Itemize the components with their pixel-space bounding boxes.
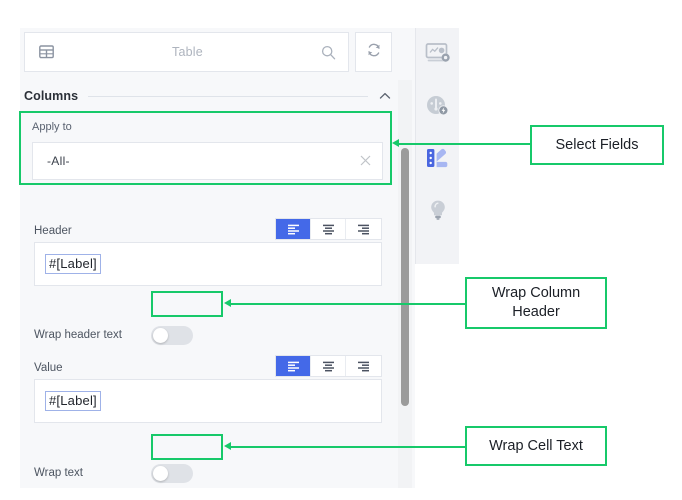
panel-scroll-area: Table Columns Apply to -All- Header #[La…	[20, 28, 395, 488]
apply-to-select[interactable]: -All-	[32, 142, 383, 180]
align-right-icon[interactable]	[346, 356, 381, 376]
value-field-group: Value #[Label]	[34, 353, 382, 423]
value-field-row: Value	[34, 353, 382, 377]
value-token: #[Label]	[45, 391, 101, 411]
connector-wrap-cell-text	[231, 446, 466, 448]
callout-select-fields: Select Fields	[530, 125, 664, 165]
wrap-header-text-toggle[interactable]	[151, 325, 193, 345]
toggle-knob	[153, 465, 168, 481]
apply-to-label: Apply to	[32, 121, 72, 133]
wrap-text-row: Wrap text	[34, 462, 382, 484]
callout-wrap-cell-text-text: Wrap Cell Text	[489, 437, 583, 454]
callout-wrap-column-header-line2: Header	[512, 304, 560, 320]
close-icon[interactable]	[359, 154, 373, 168]
wrap-text-label: Wrap text	[34, 467, 83, 479]
right-toolbar	[415, 28, 459, 264]
section-divider	[88, 95, 368, 97]
properties-panel: Table Columns Apply to -All- Header #[La…	[20, 28, 415, 488]
header-field-row: Header	[34, 216, 382, 240]
wrap-text-toggle[interactable]	[151, 463, 193, 483]
align-center-icon[interactable]	[311, 219, 346, 239]
header-field-group: Header #[Label]	[34, 216, 382, 286]
toggle-knob	[153, 327, 168, 343]
palette-style-icon[interactable]	[416, 132, 460, 184]
apply-to-group: Apply to -All-	[20, 114, 395, 188]
align-right-icon[interactable]	[346, 219, 381, 239]
connector-select-fields	[398, 143, 532, 145]
value-align-group[interactable]	[275, 355, 382, 377]
align-center-icon[interactable]	[311, 356, 346, 376]
apply-to-value: -All-	[47, 154, 70, 168]
wrap-header-text-row: Wrap header text	[34, 324, 382, 346]
panel-scrollbar-thumb[interactable]	[401, 148, 409, 406]
panel-toolbar: Table	[24, 32, 392, 72]
header-label: Header	[34, 225, 72, 237]
refresh-button[interactable]	[355, 32, 392, 72]
align-left-icon[interactable]	[276, 356, 311, 376]
arrow-select-fields	[392, 139, 399, 147]
wrap-header-text-label: Wrap header text	[34, 329, 123, 341]
refresh-icon	[366, 42, 382, 63]
section-title: Columns	[24, 89, 79, 103]
gauge-performance-icon[interactable]	[416, 80, 460, 132]
callout-select-fields-text: Select Fields	[555, 136, 639, 153]
align-left-icon[interactable]	[276, 219, 311, 239]
header-expression-input[interactable]: #[Label]	[34, 242, 382, 286]
dashboard-settings-icon[interactable]	[416, 28, 460, 80]
callout-wrap-column-header-line1: Wrap Column	[491, 285, 581, 301]
columns-section-header[interactable]: Columns	[24, 83, 392, 109]
arrow-wrap-cell-text	[224, 442, 231, 450]
lightbulb-insights-icon[interactable]	[416, 184, 460, 236]
value-expression-input[interactable]: #[Label]	[34, 379, 382, 423]
search-placeholder-text: Table	[172, 45, 203, 59]
table-icon	[25, 45, 67, 59]
search-input[interactable]: Table	[24, 32, 349, 72]
chevron-up-icon[interactable]	[378, 89, 392, 103]
value-label: Value	[34, 362, 63, 374]
callout-wrap-column-header: Wrap Column Header	[465, 277, 607, 329]
search-icon[interactable]	[308, 45, 348, 60]
connector-wrap-column-header	[231, 303, 466, 305]
callout-wrap-cell-text: Wrap Cell Text	[465, 426, 607, 466]
header-token: #[Label]	[45, 254, 101, 274]
header-align-group[interactable]	[275, 218, 382, 240]
arrow-wrap-column-header	[224, 299, 231, 307]
